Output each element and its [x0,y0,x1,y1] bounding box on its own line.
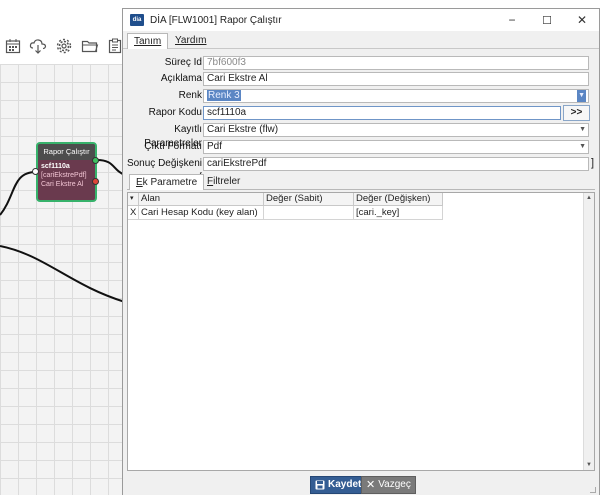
node-result-variable: [cariEkstrePdf] [41,172,87,179]
node-report-code: scf1110a [41,163,70,170]
error-port[interactable] [92,178,99,185]
node-body: scf1110a [cariEkstrePdf] Cari Ekstre Al [38,160,95,191]
flow-node-rapor-calistir[interactable]: Rapor Çalıştır scf1110a [cariEkstrePdf] … [36,142,97,202]
input-port[interactable] [32,168,39,175]
renk-dropdown[interactable]: Renk 3 ▼ [203,89,589,103]
flow-canvas[interactable]: Rapor Çalıştır scf1110a [cariEkstrePdf] … [0,0,125,495]
dialog-footer: Kaydet ✕ Vazgeç [123,471,599,495]
chevron-down-icon: ▼ [579,126,586,133]
chevron-down-icon: ▼ [577,90,586,102]
cikti-formati-dropdown[interactable]: Pdf ▼ [203,140,589,154]
surec-id-label: Süreç Id [164,57,202,68]
renk-value: Renk 3 [207,90,241,101]
aciklama-label: Açıklama [160,73,202,84]
cell-deger-sabit[interactable] [264,206,354,220]
rapor-calistir-dialog: dia DİA [FLW1001] Rapor Çalıştır − ☐ ✕ T… [122,8,600,495]
row-delete-marker[interactable]: X [128,206,139,220]
cikti-formati-label: Çıktı Formatı [144,141,202,152]
minimize-button[interactable]: − [497,9,527,31]
aciklama-field[interactable]: Cari Ekstre Al [203,72,589,86]
title-bar[interactable]: dia DİA [FLW1001] Rapor Çalıştır − ☐ ✕ [123,9,599,31]
save-button[interactable]: Kaydet [310,476,367,494]
cell-alan[interactable]: Cari Hesap Kodu (key alan) [139,206,264,220]
app-logo-icon: dia [130,14,144,26]
cancel-button[interactable]: ✕ Vazgeç [361,476,416,494]
sort-indicator-icon[interactable]: ▾ [128,193,139,206]
cikti-formati-value: Pdf [207,141,223,152]
close-icon: ✕ [366,479,376,491]
column-header-deger-sabit[interactable]: Değer (Sabit) [264,193,354,206]
tab-tanim[interactable]: Tanım [127,33,169,49]
rapor-kodu-field[interactable]: scf1110a [203,106,561,120]
window-title: DİA [FLW1001] Rapor Çalıştır [150,14,282,26]
tab-filtreler[interactable]: Filtreler [201,174,246,190]
save-button-label: Kaydet [328,479,362,490]
column-header-deger-degisken[interactable]: Değer (Değişken) [354,193,443,206]
kayitli-parametreler-value: Cari Ekstre (flw) [207,124,279,135]
parameter-grid[interactable]: ▾ Alan Değer (Sabit) Değer (Değişken) X … [127,192,595,471]
surec-id-field: 7bf600f3 [203,56,589,70]
tab-ek-parametre-mnemonic: E [136,177,143,188]
tab-yardim[interactable]: Yardım [169,33,213,49]
grid-scrollbar[interactable]: ▲ ▼ [583,193,594,470]
scroll-up-icon[interactable]: ▲ [584,195,594,201]
column-header-alan[interactable]: Alan [139,193,264,206]
scroll-down-icon[interactable]: ▼ [584,462,594,468]
parameter-tabs: Ek Parametre Filtreler [127,173,595,190]
rapor-kodu-lookup-button[interactable]: >> [563,105,590,121]
resize-grip-icon[interactable] [590,487,596,493]
tab-filtreler-label: iltreler [213,176,241,187]
kayitli-parametreler-dropdown[interactable]: Cari Ekstre (flw) ▼ [203,123,589,137]
save-icon [315,480,325,490]
maximize-button[interactable]: ☐ [532,9,562,31]
tab-ek-parametre-label: k Parametre [142,177,198,188]
chevron-down-icon: ▼ [579,143,586,150]
cancel-button-label: Vazgeç [378,479,411,490]
renk-label: Renk [178,90,202,101]
cell-deger-degisken[interactable]: [cari._key] [354,206,443,220]
sonuc-degiskeni-suffix: ] [591,157,595,169]
flow-connectors [0,159,125,303]
success-port[interactable] [92,157,99,164]
node-description: Cari Ekstre Al [41,181,84,188]
tab-ek-parametre[interactable]: Ek Parametre [129,174,205,190]
rapor-kodu-label: Rapor Kodu [148,107,202,118]
close-button[interactable]: ✕ [567,9,597,31]
node-title: Rapor Çalıştır [38,144,95,160]
sonuc-degiskeni-field[interactable]: cariEkstrePdf [203,157,589,171]
menu-bar: Tanım Yardım [123,31,599,49]
